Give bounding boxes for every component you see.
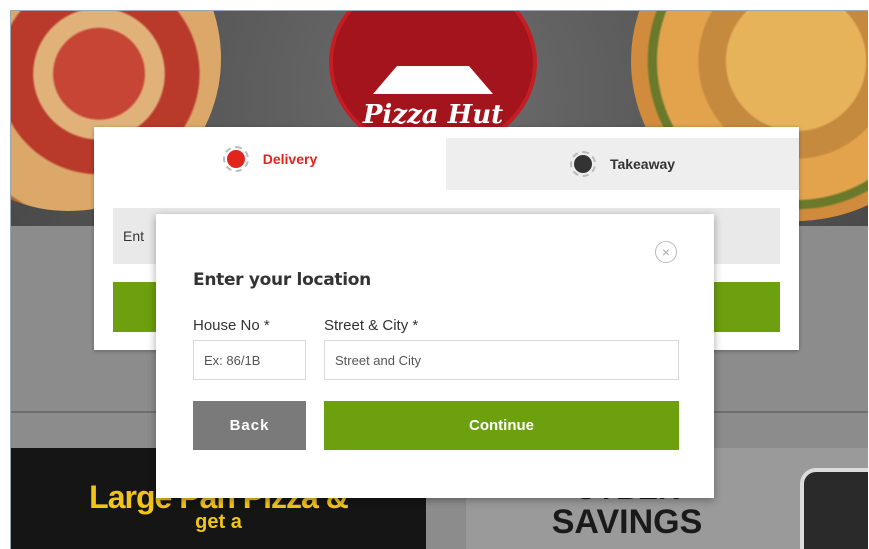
promo-left-subline: get a [195, 511, 242, 533]
street-city-input[interactable] [324, 340, 679, 380]
tab-delivery-label: Delivery [262, 150, 318, 167]
back-button[interactable]: Back [193, 401, 306, 450]
tab-takeaway[interactable]: Takeaway [446, 138, 799, 190]
close-icon[interactable]: × [655, 241, 677, 263]
delivery-scooter-icon [222, 145, 249, 172]
house-no-input[interactable] [193, 340, 306, 380]
modal-title: Enter your location [193, 270, 371, 290]
location-modal: × Enter your location House No * Street … [156, 214, 714, 498]
continue-button[interactable]: Continue [324, 401, 679, 450]
tab-delivery[interactable]: Delivery [94, 127, 446, 190]
phone-image [800, 468, 868, 549]
logo-roof-icon [373, 66, 493, 94]
tab-takeaway-label: Takeaway [609, 156, 676, 172]
house-no-label: House No * [193, 317, 270, 334]
logo-text: Pizza Hut [362, 100, 504, 130]
takeaway-bag-icon [569, 151, 596, 177]
street-city-label: Street & City * [324, 317, 419, 334]
